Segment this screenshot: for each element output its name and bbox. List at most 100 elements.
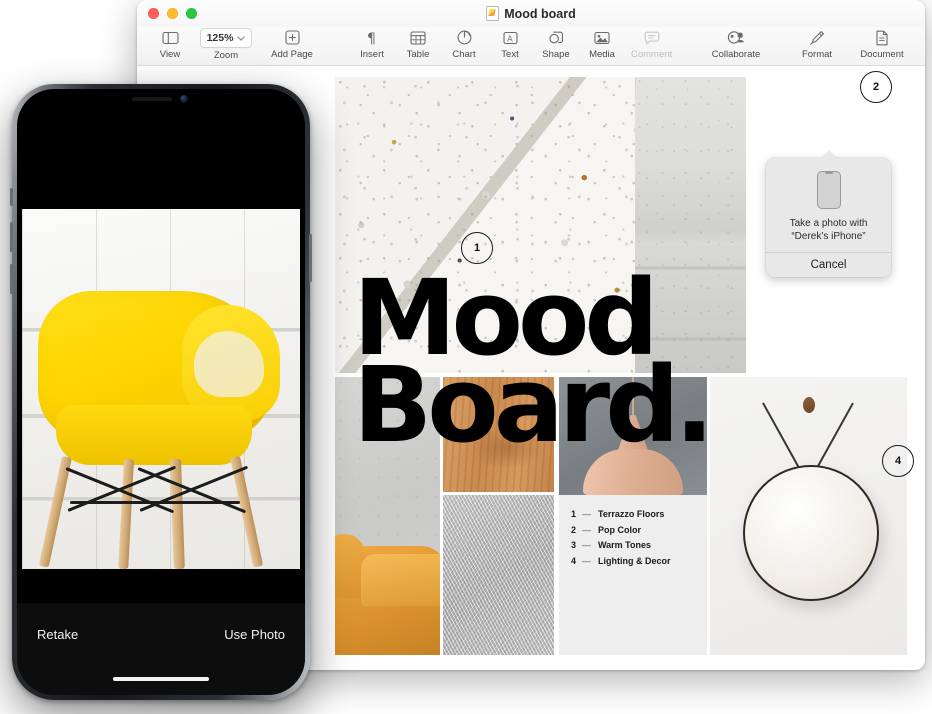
iphone-screen[interactable]: Retake Use Photo (17, 89, 305, 695)
toolbar-shape-button[interactable]: Shape (533, 27, 579, 60)
toolbar-insert-label: Insert (360, 49, 384, 60)
popover-body: Take a photo with “Derek’s iPhone” (766, 158, 891, 252)
document-file-icon (486, 6, 500, 21)
legend-label: Warm Tones (598, 540, 652, 550)
sidebar-icon (161, 28, 179, 47)
document-icon (875, 28, 889, 47)
toolbar-add-page-button[interactable]: Add Page (259, 27, 325, 60)
cancel-button[interactable]: Cancel (766, 253, 891, 277)
comment-icon (644, 28, 660, 47)
zoom-value: 125% (206, 32, 234, 44)
chair-wire-brace (70, 501, 240, 504)
lamp-legend-panel[interactable]: 1 — Terrazzo Floors 2 — Pop Color 3 — Wa… (559, 377, 707, 655)
toolbar-format-button[interactable]: Format (787, 27, 847, 60)
toolbar: View 125% Zoom Add Page ¶ Insert Table C… (137, 27, 925, 66)
retake-button[interactable]: Retake (37, 627, 78, 642)
toolbar-view-button[interactable]: View (147, 27, 193, 60)
home-indicator[interactable] (113, 677, 209, 681)
list-item: 3 — Warm Tones (571, 538, 671, 554)
volume-up-button[interactable] (10, 222, 13, 252)
toolbar-shape-label: Shape (542, 49, 570, 60)
image-tan-sofa[interactable] (335, 532, 440, 655)
toolbar-media-label: Media (589, 49, 615, 60)
callout-4-number: 4 (894, 455, 902, 467)
iphone-icon (816, 171, 841, 209)
toolbar-media-button[interactable]: Media (579, 27, 625, 60)
legend-list: 1 — Terrazzo Floors 2 — Pop Color 3 — Wa… (571, 507, 671, 569)
lamp-cone (617, 415, 649, 453)
image-fur-rug[interactable] (443, 495, 554, 655)
toolbar-insert-button[interactable]: ¶ Insert (349, 27, 395, 60)
chevron-down-icon (237, 35, 246, 41)
toolbar-text-button[interactable]: A Text (487, 27, 533, 60)
toolbar-view-label: View (159, 49, 181, 60)
toolbar-left-group: View 125% Zoom Add Page (147, 27, 325, 65)
text-box-icon: A (502, 28, 518, 47)
paintbrush-icon (809, 28, 825, 47)
callout-1[interactable]: 1 (461, 232, 493, 264)
silent-switch[interactable] (10, 188, 13, 206)
lamp-cord (632, 377, 634, 417)
window-title-text: Mood board (504, 6, 576, 21)
mirror-glass (743, 465, 879, 601)
callout-2-number: 2 (872, 81, 880, 93)
toolbar-collaborate-label: Collaborate (711, 49, 761, 60)
image-wood-grain[interactable] (443, 377, 554, 492)
iphone-device: Retake Use Photo (10, 84, 312, 700)
power-button[interactable] (309, 234, 312, 282)
mirror-strap-left (762, 402, 801, 471)
legend-label: Pop Color (598, 524, 641, 535)
popover-message-line1: Take a photo with (789, 218, 868, 229)
mirror-hook (802, 397, 815, 413)
image-concrete-wall[interactable] (635, 77, 746, 373)
callout-1-number: 1 (473, 242, 481, 254)
legend-dash: — (582, 555, 591, 566)
toolbar-document-label: Document (860, 49, 904, 60)
pilcrow-icon: ¶ (366, 28, 379, 47)
toolbar-add-page-label: Add Page (271, 49, 313, 60)
legend-number: 3 (571, 540, 577, 550)
popover-message-line2: “Derek’s iPhone” (791, 230, 866, 242)
iphone-notch (106, 89, 216, 109)
callout-4[interactable]: 4 (882, 445, 914, 477)
chair-leg (170, 458, 185, 569)
lamp-dome (583, 449, 683, 495)
toolbar-document-button[interactable]: Document (847, 27, 917, 60)
volume-down-button[interactable] (10, 264, 13, 294)
add-page-icon (284, 28, 300, 47)
callout-2[interactable]: 2 (860, 71, 892, 103)
toolbar-collaborate-button[interactable]: Collaborate (692, 27, 780, 60)
chair-leg (118, 458, 134, 569)
collaborate-icon (727, 28, 746, 47)
toolbar-right-group: Format Document (787, 27, 917, 65)
toolbar-table-label: Table (406, 49, 430, 60)
zoom-dropdown-icon[interactable]: 125% (199, 28, 253, 48)
toolbar-text-label: Text (501, 49, 519, 60)
toolbar-zoom-control[interactable]: 125% Zoom (193, 27, 259, 61)
legend-number: 1 (571, 509, 577, 519)
front-camera-icon (180, 95, 188, 103)
take-photo-popover: Take a photo with “Derek’s iPhone” Cance… (766, 151, 891, 277)
toolbar-collaborate-group: Collaborate (692, 27, 780, 65)
popover-arrow (820, 151, 837, 159)
media-icon (594, 28, 610, 47)
image-round-mirror[interactable] (710, 377, 907, 655)
toolbar-comment-button[interactable]: Comment (625, 27, 678, 60)
toolbar-table-button[interactable]: Table (395, 27, 441, 60)
toolbar-zoom-label: Zoom (213, 50, 239, 61)
legend-dash: — (582, 540, 591, 550)
legend-dash: — (582, 509, 591, 519)
sofa-cushion (361, 554, 440, 606)
list-item: 4 — Lighting & Decor (571, 554, 671, 570)
use-photo-button[interactable]: Use Photo (224, 627, 285, 642)
legend-label: Terrazzo Floors (598, 509, 665, 519)
image-terrazzo[interactable] (335, 77, 663, 373)
toolbar-center-group: ¶ Insert Table Chart A Text Shape Media … (349, 27, 678, 65)
chair-leg (38, 455, 72, 568)
toolbar-format-label: Format (801, 49, 833, 60)
legend-number: 2 (571, 524, 577, 535)
camera-preview-toolbar: Retake Use Photo (17, 603, 305, 695)
toolbar-chart-button[interactable]: Chart (441, 27, 487, 60)
mirror-strap-right (814, 402, 854, 471)
image-pendant-lamp (559, 377, 707, 495)
